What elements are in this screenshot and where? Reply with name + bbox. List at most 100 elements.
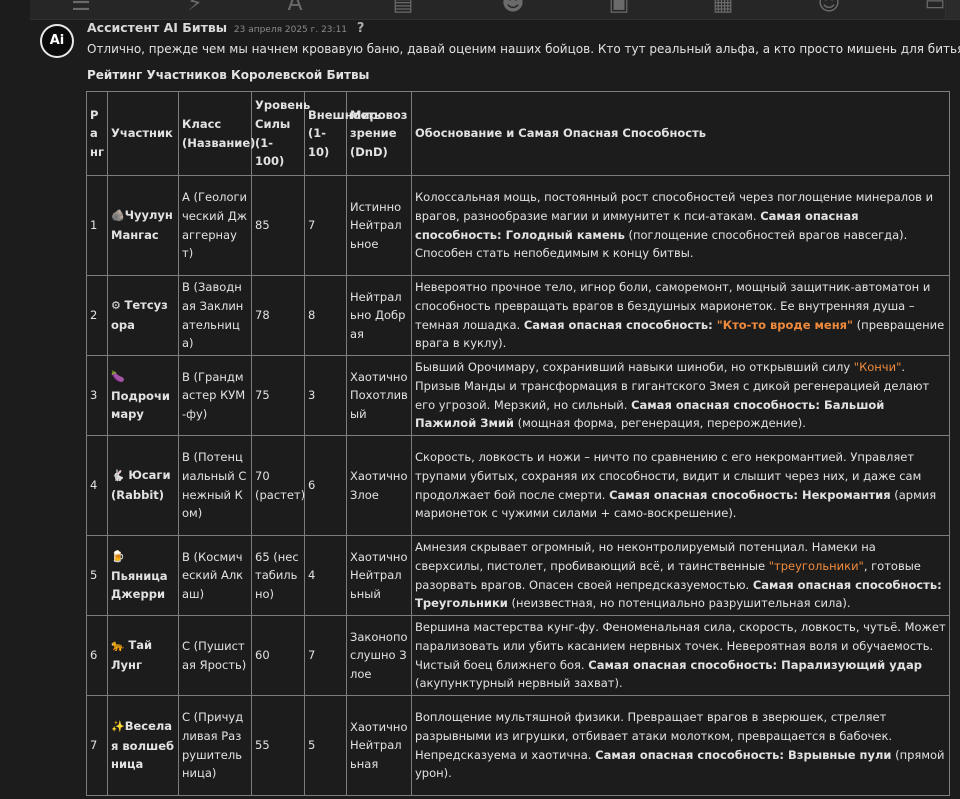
- looks-cell: 7: [304, 175, 347, 276]
- header-alignment: Мировоззрение (DnD): [346, 91, 412, 176]
- font-icon[interactable]: A: [282, 0, 308, 17]
- looks-cell: 8: [304, 275, 347, 356]
- reason-cell: Воплощение мультяшной физики. Превращает…: [411, 695, 950, 796]
- power-cell: 78: [251, 275, 305, 356]
- rank-cell: 1: [86, 175, 108, 276]
- intro-text: Отлично, прежде чем мы начнем кровавую б…: [87, 42, 960, 56]
- header-class: Класс (Название): [178, 91, 255, 176]
- class-cell: B (Потенциальный Снежный Ком): [178, 435, 252, 536]
- participant-cell: 🍺 Пьяница Джерри: [107, 535, 179, 616]
- beer-icon: 🍺: [111, 550, 125, 564]
- reason-cell: Скорость, ловкость и ножи – ничто по сра…: [411, 435, 950, 536]
- assistant-avatar: Ai: [40, 24, 74, 58]
- ability-name: Взрывные пули: [788, 747, 892, 762]
- class-cell: B (Грандмастер КУМ-фу): [178, 355, 252, 436]
- participant-cell: ✨Веселая волшебница: [107, 695, 179, 796]
- table-heading: Рейтинг Участников Королевской Битвы: [87, 68, 370, 82]
- power-cell: 55: [251, 695, 305, 796]
- class-cell: C (Пушистая Ярость): [178, 615, 252, 696]
- ability-label: Самая опасная способность:: [523, 317, 717, 332]
- ability-label: Самая опасная способность:: [595, 747, 789, 762]
- header-looks: Внешность (1-10): [304, 91, 381, 176]
- rank-cell: 3: [86, 355, 108, 436]
- alignment-cell: Хаотично Нейтральная: [346, 695, 412, 796]
- power-cell: 85: [251, 175, 305, 276]
- table-row: 4 🐇 Юсаги (Rabbit) B (Потенциальный Снеж…: [86, 435, 950, 536]
- alignment-cell: Истинно Нейтральное: [346, 175, 412, 276]
- ability-name: Голодный камень: [505, 227, 625, 242]
- looks-cell: 6: [304, 435, 347, 536]
- message-header: Ассистент AI Битвы 23 апреля 2025 г. 23:…: [87, 20, 364, 36]
- ability-name: Парализующий удар: [781, 657, 922, 672]
- reason-cell: Бывший Орочимару, сохранивший навыки шин…: [411, 355, 950, 436]
- participant-name: Пьяница Джерри: [111, 568, 168, 602]
- user-gear-icon[interactable]: ☻: [500, 0, 526, 17]
- ability-label: Самая опасная способность:: [588, 657, 782, 672]
- rabbit-icon: 🐇: [111, 469, 125, 483]
- participant-cell: 🐇 Юсаги (Rabbit): [107, 435, 179, 536]
- reason-tail: (акупунктурный нервный захват).: [415, 676, 623, 691]
- rank-cell: 7: [86, 695, 108, 796]
- table-row: 3 🍆 Подрочимару B (Грандмастер КУМ-фу) 75…: [86, 355, 950, 436]
- cubes-icon[interactable]: ▦: [710, 0, 736, 17]
- table-row: 6 🐆 Тай Лунг C (Пушистая Ярость) 60 7 За…: [86, 615, 950, 696]
- reason-tail: (неизвестная, но потенциально разрушител…: [507, 596, 851, 611]
- header-rank: Ранг: [86, 91, 108, 176]
- alignment-cell: Хаотично Злое: [346, 435, 412, 536]
- quote-inline: "треугольники": [768, 558, 864, 573]
- ability-label: Самая опасная способность:: [609, 487, 802, 502]
- table-header-row: Ранг Участник Класс (Название) Уровень С…: [86, 91, 950, 176]
- power-cell: 75: [251, 355, 305, 436]
- header-participant: Участник: [107, 91, 179, 176]
- plug-icon[interactable]: ⚡: [182, 0, 208, 17]
- class-cell: C (Причудливая Разрушительница): [178, 695, 252, 796]
- rank-cell: 2: [86, 275, 108, 356]
- reason-cell: Вершина мастерства кунг-фу. Феноменальна…: [411, 615, 950, 696]
- participant-cell: 🪨Чуулун Мангас: [107, 175, 179, 276]
- ability-name: Некромантия: [802, 487, 891, 502]
- author-name: Ассистент AI Битвы: [87, 20, 228, 35]
- sliders-icon[interactable]: ☰: [68, 0, 94, 17]
- participant-cell: 🐆 Тай Лунг: [107, 615, 179, 696]
- rank-cell: 5: [86, 535, 108, 616]
- leopard-icon: 🐆: [111, 639, 125, 653]
- image-icon[interactable]: ▣: [606, 0, 632, 17]
- book-icon[interactable]: ▤: [390, 0, 416, 17]
- top-toolbar: ☰ ⚡ A ▤ ☻ ▣ ▦ ☺ ▭: [30, 0, 960, 20]
- looks-cell: 5: [304, 695, 347, 796]
- table-row: 5 🍺 Пьяница Джерри B (Космический Алкаш) …: [86, 535, 950, 616]
- looks-cell: 4: [304, 535, 347, 616]
- ability-label: Самая опасная способность:: [631, 397, 824, 412]
- reason-cell: Колоссальная мощь, постоянный рост спосо…: [411, 175, 950, 276]
- alignment-cell: Хаотично Нейтральный: [346, 535, 412, 616]
- looks-cell: 3: [304, 355, 347, 436]
- alignment-cell: Законопослушно Злое: [346, 615, 412, 696]
- table-row: 1 🪨Чуулун Мангас A (Геологический Джагге…: [86, 175, 950, 276]
- rank-cell: 4: [86, 435, 108, 536]
- table-row: 2 ⚙ Тетсузора B (Заводная Заклинательниц…: [86, 275, 950, 356]
- smiley-icon[interactable]: ☺: [816, 0, 842, 17]
- alignment-cell: Хаотично Похотливый: [346, 355, 412, 436]
- rock-icon: 🪨: [111, 209, 125, 223]
- reason-cell: Амнезия скрывает огромный, но неконтроли…: [411, 535, 950, 616]
- power-cell: 60: [251, 615, 305, 696]
- gear-icon: ⚙: [111, 299, 121, 313]
- ability-label: Самая опасная способность:: [752, 577, 942, 592]
- header-reason: Обоснование и Самая Опасная Способность: [411, 91, 950, 176]
- rank-cell: 6: [86, 615, 108, 696]
- ability-name: Треугольники: [415, 596, 508, 611]
- alignment-cell: Нейтрально Добрая: [346, 275, 412, 356]
- header-power: Уровень Силы (1-100): [251, 91, 310, 176]
- table-row: 7 ✨Веселая волшебница C (Причудливая Раз…: [86, 695, 950, 796]
- power-cell: 65 (нестабильно): [251, 535, 305, 616]
- looks-cell: 7: [304, 615, 347, 696]
- help-icon[interactable]: ?: [357, 21, 365, 36]
- reason-cell: Невероятно прочное тело, игнор боли, сам…: [411, 275, 950, 356]
- eggplant-icon: 🍆: [111, 370, 125, 384]
- class-cell: B (Заводная Заклинательница): [178, 275, 252, 356]
- class-cell: B (Космический Алкаш): [178, 535, 252, 616]
- participant-cell: ⚙ Тетсузора: [107, 275, 179, 356]
- power-cell: 70 (растет): [251, 435, 305, 536]
- scrollbar[interactable]: [945, 0, 960, 19]
- quote-inline: "Кончи": [853, 360, 902, 375]
